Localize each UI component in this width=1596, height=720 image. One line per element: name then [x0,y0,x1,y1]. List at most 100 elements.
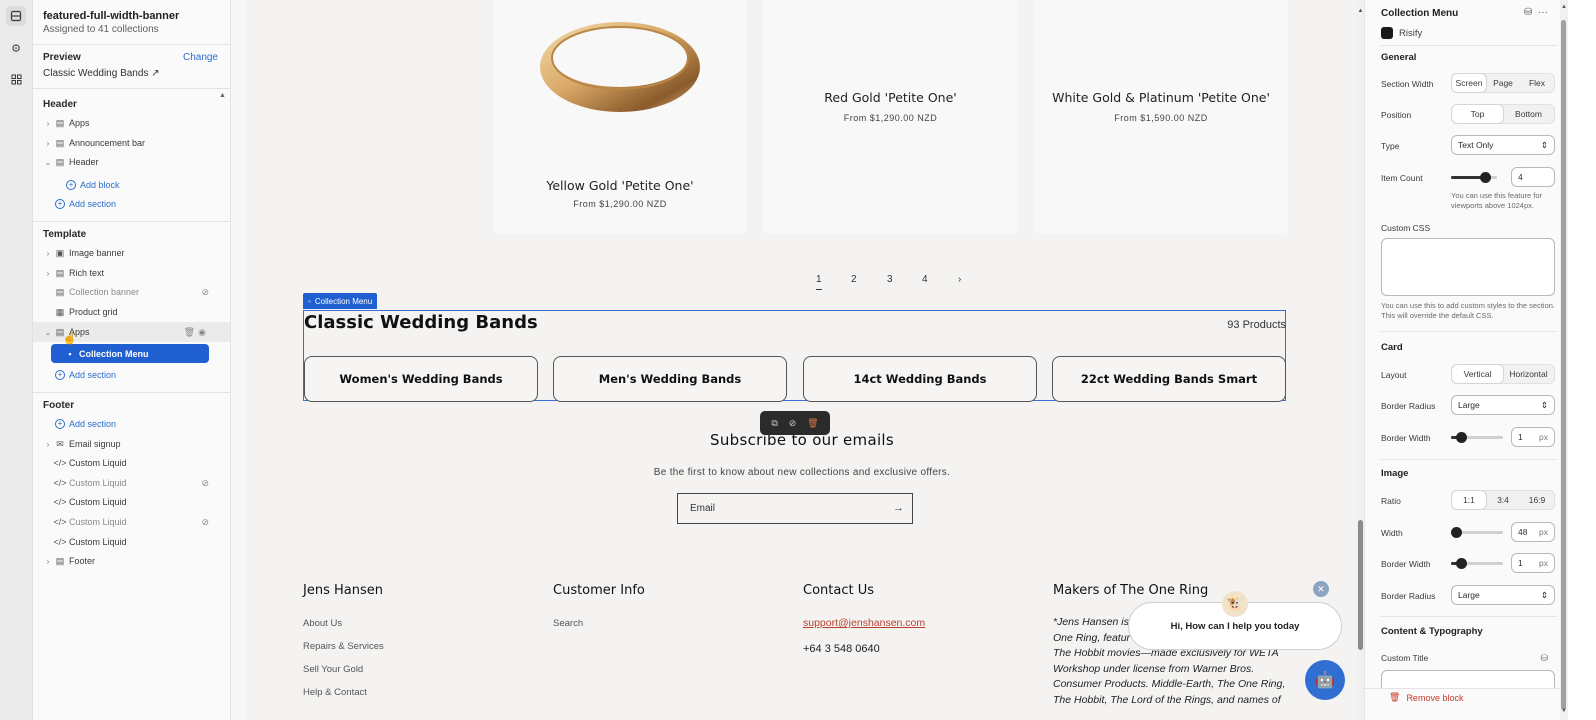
collection-button-22ct[interactable]: 22ct Wedding Bands Smart [1052,356,1286,402]
eye-icon[interactable]: ◉ [198,327,206,338]
tree-item-custom-liquid[interactable]: </> Custom Liquid [33,532,230,552]
trash-icon[interactable]: 🗑 [184,327,195,338]
pager-next-icon[interactable]: › [958,274,961,285]
scroll-up-icon[interactable]: ▲ [1357,8,1364,14]
pager-page-3[interactable]: 3 [887,274,893,285]
add-section-button-template[interactable]: + Add section [55,370,116,380]
eye-slash-icon[interactable]: ⊘ [201,287,209,298]
footer-link[interactable]: About Us [303,618,342,629]
duplicate-icon[interactable]: ⧉ [771,418,777,429]
type-select[interactable]: Text Only ⇕ [1451,135,1555,155]
tree-item-apps-header[interactable]: › ▤ Apps [33,113,230,133]
sections-icon[interactable] [6,6,26,26]
footer-link[interactable]: Repairs & Services [303,641,384,652]
footer-link[interactable]: Sell Your Gold [303,664,363,675]
scrollbar-thumb[interactable] [1561,20,1566,710]
scroll-down-icon[interactable]: ▼ [1560,708,1568,714]
panel-scrollbar[interactable]: ▲ ▼ [1560,0,1568,720]
chat-bot-icon[interactable]: 🤖 [1305,660,1345,700]
position-top[interactable]: Top [1452,105,1503,123]
slider-knob[interactable] [1451,527,1462,538]
product-name[interactable]: White Gold & Platinum 'Petite One' [1034,90,1288,105]
arrow-right-icon[interactable]: → [893,502,904,514]
tree-item-collection-menu[interactable]: ▪ Collection Menu [51,344,209,363]
tree-item-custom-liquid[interactable]: </> Custom Liquid ⊘ [33,473,230,493]
img-border-radius-select[interactable]: Large ⇕ [1451,585,1555,605]
item-count-slider[interactable] [1451,172,1497,183]
chevron-right-icon[interactable]: › [43,440,53,449]
add-section-button-footer[interactable]: + Add section [55,419,116,429]
border-width-slider[interactable] [1451,432,1503,443]
footer-email-link[interactable]: support@jenshansen.com [803,617,925,629]
border-width-input[interactable]: 1 px [1511,427,1555,447]
external-link-icon[interactable]: ↗ [151,68,159,79]
tree-item-rich-text[interactable]: › ▤ Rich text [33,263,230,283]
add-block-button[interactable]: + Add block [66,180,120,190]
layout-horizontal[interactable]: Horizontal [1503,365,1554,383]
ratio-1-1[interactable]: 1:1 [1452,491,1486,509]
chevron-right-icon[interactable]: › [43,269,53,278]
ratio-16-9[interactable]: 16:9 [1520,491,1554,509]
chevron-right-icon[interactable]: › [43,119,53,128]
tree-item-custom-liquid[interactable]: </> Custom Liquid ⊘ [33,512,230,532]
remove-block-button[interactable]: 🗑 Remove block [1389,692,1463,703]
position-bottom[interactable]: Bottom [1503,105,1554,123]
slider-knob[interactable] [1456,432,1467,443]
tree-item-announcement-bar[interactable]: › ▤ Announcement bar [33,133,230,153]
tree-item-custom-liquid[interactable]: </> Custom Liquid [33,492,230,512]
tree-item-product-grid[interactable]: ▦ Product grid [33,302,230,322]
trash-icon[interactable]: 🗑 [807,418,818,429]
tree-item-footer[interactable]: › ▤ Footer [33,551,230,571]
chevron-down-icon[interactable]: ⌄ [43,328,53,337]
section-width-page[interactable]: Page [1486,74,1520,92]
collection-menu-tag[interactable]: ▫ Collection Menu [303,293,378,309]
close-icon[interactable]: ✕ [1313,581,1329,597]
item-count-input[interactable]: 4 [1511,167,1555,187]
slider-knob[interactable] [1480,172,1491,183]
tree-item-email-signup[interactable]: › ✉ Email signup [33,434,230,454]
tree-item-image-banner[interactable]: › ▣ Image banner [33,243,230,263]
product-card[interactable]: Yellow Gold 'Petite One' From $1,290.00 … [493,0,747,233]
layout-vertical[interactable]: Vertical [1452,365,1503,383]
chevron-right-icon[interactable]: › [43,139,53,148]
email-placeholder[interactable]: Email [690,503,715,514]
product-name[interactable]: Yellow Gold 'Petite One' [493,178,747,193]
preview-value[interactable]: Classic Wedding Bands ↗ [43,68,160,79]
product-card[interactable]: Red Gold 'Petite One' From $1,290.00 NZD [763,0,1018,233]
database-icon[interactable]: ⛁ [1524,7,1532,18]
img-border-width-input[interactable]: 1 px [1511,553,1555,573]
preview-change-link[interactable]: Change [183,52,218,63]
custom-title-input[interactable] [1381,670,1555,688]
scroll-up-icon[interactable]: ▲ [1560,4,1568,10]
pager-page-4[interactable]: 4 [922,274,928,285]
section-width-screen[interactable]: Screen [1452,74,1486,92]
collection-button-mens[interactable]: Men's Wedding Bands [553,356,787,402]
eye-slash-icon[interactable]: ⊘ [201,478,209,489]
chevron-down-icon[interactable]: ⌄ [43,158,53,167]
section-width-flex[interactable]: Flex [1520,74,1554,92]
collection-button-14ct[interactable]: 14ct Wedding Bands [803,356,1037,402]
img-border-width-slider[interactable] [1451,558,1503,569]
more-icon[interactable]: ··· [1538,7,1548,18]
database-icon[interactable]: ⛁ [1540,653,1548,664]
pager-page-1[interactable]: 1 [816,274,822,290]
add-section-button-header[interactable]: + Add section [55,199,116,209]
product-card[interactable]: White Gold & Platinum 'Petite One' From … [1034,0,1288,233]
product-name[interactable]: Red Gold 'Petite One' [763,90,1018,105]
slider-knob[interactable] [1456,558,1467,569]
scroll-up-icon[interactable]: ▲ [219,92,226,99]
ratio-3-4[interactable]: 3:4 [1486,491,1520,509]
eye-slash-icon[interactable]: ⊘ [789,418,797,429]
tree-item-header[interactable]: ⌄ ▤ Header [33,152,230,172]
border-radius-select[interactable]: Large ⇕ [1451,395,1555,415]
footer-link[interactable]: Search [553,618,583,629]
footer-link[interactable]: Help & Contact [303,687,367,698]
gear-icon[interactable]: ⚙ [6,38,26,58]
width-slider[interactable] [1451,527,1503,538]
preview-scrollbar[interactable]: ▲ [1357,0,1364,720]
pager-page-2[interactable]: 2 [851,274,857,285]
eye-slash-icon[interactable]: ⊘ [201,517,209,528]
chevron-right-icon[interactable]: › [43,249,53,258]
apps-icon[interactable] [6,69,26,89]
collection-button-womens[interactable]: Women's Wedding Bands [304,356,538,402]
